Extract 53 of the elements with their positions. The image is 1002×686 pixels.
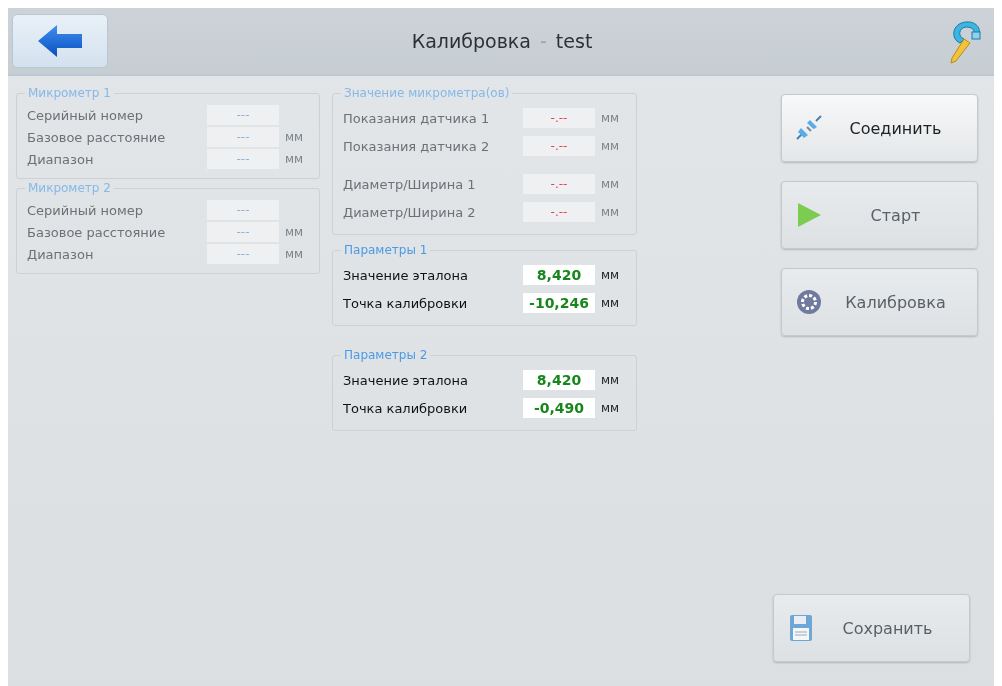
unit-label: мм [285,130,304,144]
window-subtitle: test [555,30,593,52]
field-label: Значение эталона [343,372,469,388]
unit-label: мм [601,177,620,191]
unit-label: мм [601,401,620,415]
field-label: Показания датчика 2 [343,138,491,154]
back-arrow-icon [37,24,83,58]
unit-label: мм [601,111,620,125]
field-label: Показания датчика 1 [343,110,491,126]
field-label: Серийный номер [27,107,145,123]
value-field: --- [207,105,279,125]
value-field: -10,246 [523,293,595,313]
value-field: --- [207,127,279,147]
title-separator: - [540,30,547,52]
field-label: Точка калибровки [343,295,469,311]
field-label: Диаметр/Ширина 2 [343,204,477,220]
field-label: Базовое расстояние [27,129,167,145]
field-label: Точка калибровки [343,400,469,416]
value-field: --- [207,200,279,220]
field-label: Значение эталона [343,267,469,283]
field-label: Диапазон [27,246,95,262]
window-title: Калибровка [411,30,531,52]
unit-label: мм [285,152,304,166]
group-title: Параметры 2 [343,348,429,362]
unit-label: мм [601,296,620,310]
value-field: 8,420 [523,370,595,390]
gear-icon [794,289,824,315]
back-button[interactable] [12,14,108,68]
value-field: -.-- [523,136,595,156]
value-field: --- [207,149,279,169]
unit-label: мм [601,268,620,282]
field-label: Диаметр/Ширина 1 [343,176,477,192]
field-label: Диапазон [27,151,95,167]
value-field: 8,420 [523,265,595,285]
action-button[interactable]: Соединить [781,94,978,162]
unit-label: мм [285,247,304,261]
unit-label: мм [601,139,620,153]
unit-label: мм [285,225,304,239]
field-label: Базовое расстояние [27,224,167,240]
value-field: -.-- [523,108,595,128]
plug-icon [794,114,824,142]
group-title: Значение микрометра(ов) [343,86,511,100]
unit-label: мм [601,373,620,387]
group-title: Микрометр 1 [27,86,112,100]
value-field: -0,490 [523,398,595,418]
field-label: Серийный номер [27,202,145,218]
value-field: --- [207,222,279,242]
value-field: -.-- [523,174,595,194]
unit-label: мм [601,205,620,219]
group-title: Микрометр 2 [27,181,112,195]
group-title: Параметры 1 [343,243,429,257]
value-field: --- [207,244,279,264]
value-field: -.-- [523,202,595,222]
